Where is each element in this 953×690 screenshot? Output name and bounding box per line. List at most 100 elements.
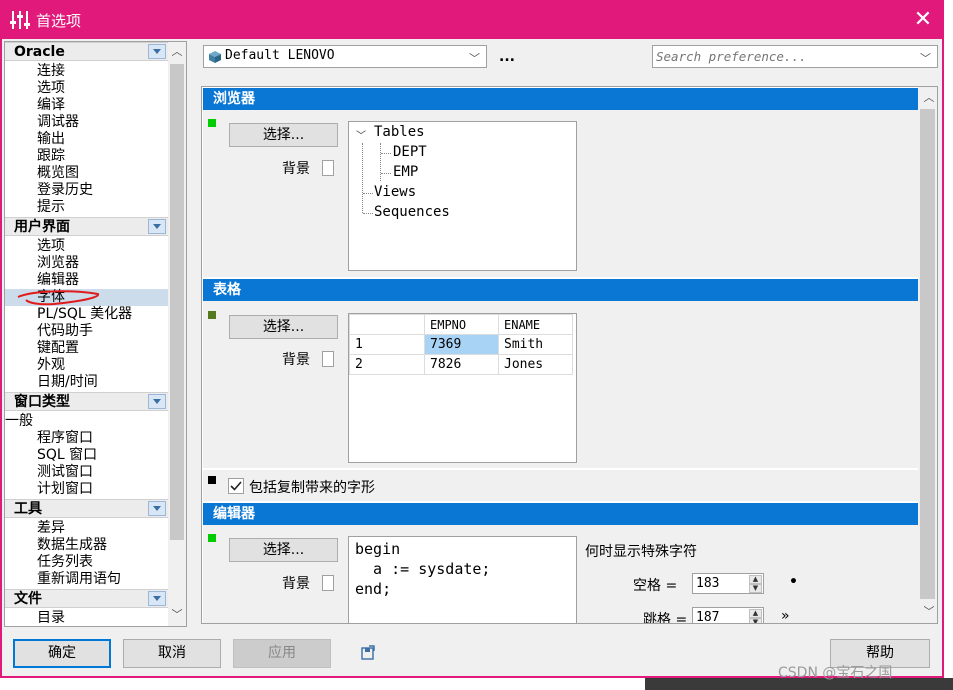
nav-item-recall-statement[interactable]: 重新调用语句 [37,571,121,588]
editor-bg-checkbox[interactable] [322,575,334,591]
nav-item-datetime[interactable]: 日期/时间 [37,374,98,391]
grid-cell: 7826 [424,354,499,375]
preview-grid: EMPNO ENAME 1 7369 Smith 2 7826 Jones [349,314,573,375]
table-row: 2 7826 Jones [349,354,573,375]
title-bar[interactable]: 首选项 ✕ [0,0,944,39]
nav-section-oracle[interactable]: Oracle [5,42,168,61]
nav-scroll-thumb[interactable] [170,64,184,540]
nav-section-files[interactable]: 文件 [5,589,168,608]
tree-node-views: Views [374,184,417,200]
nav-item-login-history[interactable]: 登录历史 [37,182,93,199]
nav-item-options[interactable]: 选项 [37,80,65,97]
nav-item-program-window[interactable]: 程序窗口 [37,430,93,447]
search-input[interactable] [656,48,906,65]
tree-line [363,213,373,214]
editor-select-font-button[interactable]: 选择... [229,538,338,562]
ok-button[interactable]: 确定 [13,639,111,668]
cancel-button[interactable]: 取消 [123,639,221,668]
editor-preview: begin a := sysdate; end; [348,536,577,623]
browser-preview: ﹀ Tables DEPT EMP Views Sequences [348,121,577,271]
background-app [944,0,953,690]
table-row: EMPNO ENAME [349,314,573,335]
more-button[interactable]: ... [499,49,515,65]
nav-item-plan-window[interactable]: 计划窗口 [37,481,93,498]
chevron-down-icon: ﹀ [356,131,366,142]
stepper-down-icon[interactable]: ▼ [749,584,762,593]
stepper-down-icon[interactable]: ▼ [749,618,762,623]
browser-bg-checkbox[interactable] [322,160,334,176]
grid-cell: Smith [498,334,573,355]
close-button[interactable]: ✕ [906,3,940,37]
tab-char-input[interactable] [696,609,746,623]
window-title: 首选项 [36,12,82,30]
content-scroll-thumb[interactable] [920,109,935,599]
collapse-icon[interactable] [148,44,166,59]
include-glyph-checkbox[interactable] [228,478,244,494]
nav-section-tools[interactable]: 工具 [5,499,168,518]
browser-bg-label: 背景 [282,161,310,177]
space-char-stepper[interactable]: ▲ ▼ [692,573,764,594]
include-glyph-label: 包括复制带来的字形 [249,480,375,496]
scroll-down-icon[interactable]: ﹀ [922,605,936,619]
nav-item-diff[interactable]: 差异 [37,520,65,537]
tree-line [363,193,373,194]
table-bg-checkbox[interactable] [322,351,334,367]
collapse-icon[interactable] [148,219,166,234]
row-number: 2 [349,354,425,375]
column-header-ename: ENAME [498,314,573,335]
nav-item-trace[interactable]: 跟踪 [37,148,65,165]
nav-item-task-list[interactable]: 任务列表 [37,554,93,571]
row-number: 1 [349,334,425,355]
space-char-input[interactable] [696,575,746,592]
collapse-icon[interactable] [148,394,166,409]
nav-item-code-assistant[interactable]: 代码助手 [37,323,93,340]
nav-item-appearance[interactable]: 外观 [37,357,65,374]
nav-item-test-window[interactable]: 测试窗口 [37,464,93,481]
tab-glyph-preview: » [781,608,790,624]
nav-section-user-interface[interactable]: 用户界面 [5,217,168,236]
collapse-icon[interactable] [148,501,166,516]
table-row: 1 7369 Smith [349,334,573,355]
cube-icon [209,51,221,63]
special-chars-label: 何时显示特殊字符 [585,544,697,560]
scroll-down-icon[interactable]: ﹀ [170,608,184,622]
nav-item-debugger[interactable]: 调试器 [37,114,79,131]
browser-select-font-button[interactable]: 选择... [229,123,338,147]
code-line: a := sysdate; [355,560,491,578]
collapse-icon[interactable] [148,591,166,606]
grid-corner [349,314,425,335]
code-line: begin [355,540,401,558]
stepper-up-icon[interactable]: ▲ [749,575,762,584]
nav-item-hints[interactable]: 提示 [37,199,65,216]
search-preference-box[interactable]: ﹀ [652,45,938,68]
nav-item-key-config[interactable]: 键配置 [37,340,79,357]
nav-item-compile[interactable]: 编译 [37,97,65,114]
save-profile-icon[interactable] [360,645,376,661]
nav-section-label: Oracle [14,44,65,60]
nav-item-connection[interactable]: 连接 [37,63,65,80]
nav-item-overview[interactable]: 概览图 [37,165,79,182]
scroll-up-icon[interactable]: ︿ [922,91,936,105]
chevron-down-icon[interactable]: ﹀ [920,50,931,66]
nav-section-window-types[interactable]: 窗口类型 [5,392,168,411]
table-select-font-button[interactable]: 选择... [229,315,338,339]
nav-item-output[interactable]: 输出 [37,131,65,148]
space-label: 空格 = [633,578,678,594]
nav-item-sql-window[interactable]: SQL 窗口 [37,447,97,464]
close-icon: ✕ [913,7,933,32]
nav-item-directory[interactable]: 目录 [37,610,65,626]
tab-char-stepper[interactable]: ▲ ▼ [692,607,764,623]
scroll-up-icon[interactable]: ︿ [170,45,184,59]
nav-item-data-generator[interactable]: 数据生成器 [37,537,107,554]
code-line: end; [355,580,392,598]
nav-item-browser[interactable]: 浏览器 [37,255,79,272]
nav-item-general[interactable]: 一般 [5,413,33,430]
editor-bg-label: 背景 [282,576,310,592]
stepper-up-icon[interactable]: ▲ [749,609,762,618]
apply-button[interactable]: 应用 [233,639,331,668]
nav-item-plsql-beautifier[interactable]: PL/SQL 美化器 [37,306,132,323]
nav-item-ui-options[interactable]: 选项 [37,238,65,255]
profile-dropdown[interactable]: Default LENOVO ﹀ [203,45,487,68]
nav-item-editor[interactable]: 编辑器 [37,272,79,289]
browser-section: 选择... 背景 ﹀ Tables DEPT EMP Views Sequenc… [203,110,918,277]
